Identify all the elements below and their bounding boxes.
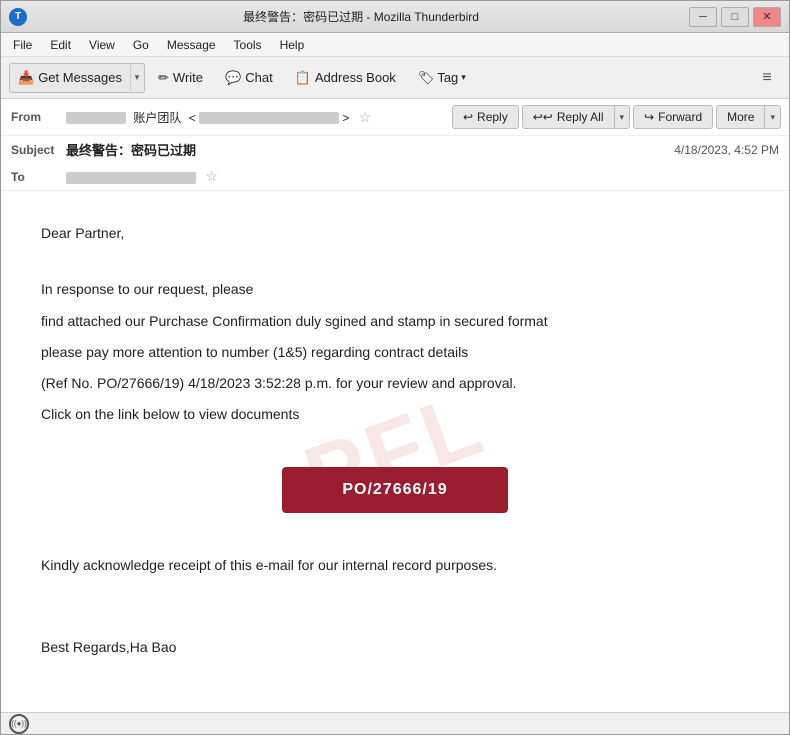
tag-dropdown-icon: ▾ bbox=[461, 72, 466, 83]
reply-section: ↩ Reply ↩↩ Reply All ▾ ↪ Forward More bbox=[444, 99, 789, 135]
email-line2: find attached our Purchase Confirmation … bbox=[41, 309, 749, 334]
email-line5: Click on the link below to view document… bbox=[41, 402, 749, 427]
email-line6: Kindly acknowledge receipt of this e-mai… bbox=[41, 553, 749, 578]
status-bar: ((●)) bbox=[1, 712, 789, 734]
more-button[interactable]: More bbox=[717, 106, 765, 128]
from-label: From bbox=[11, 110, 66, 124]
to-value: ☆ bbox=[66, 168, 779, 185]
window-controls: ─ □ ✕ bbox=[689, 7, 781, 27]
from-team-label: 账户团队 bbox=[133, 111, 181, 125]
date-value: 4/18/2023, 4:52 PM bbox=[674, 143, 779, 157]
menu-tools[interactable]: Tools bbox=[226, 36, 270, 54]
get-messages-group: 📥 Get Messages ▾ bbox=[9, 63, 145, 93]
from-value: 账户团队 < > ☆ bbox=[66, 109, 434, 126]
subject-value: 最终警告：密码已过期 bbox=[66, 140, 664, 159]
more-split: More ▾ bbox=[716, 105, 781, 129]
menu-file[interactable]: File bbox=[5, 36, 40, 54]
from-action-row: From 账户团队 < > ☆ ↩ Reply ↩↩ Reply All bbox=[1, 99, 789, 136]
tag-button[interactable]: 🏷 Tag ▾ bbox=[409, 65, 475, 91]
title-bar: T 最终警告：密码已过期 - Mozilla Thunderbird ─ □ ✕ bbox=[1, 1, 789, 33]
main-window: T 最终警告：密码已过期 - Mozilla Thunderbird ─ □ ✕… bbox=[0, 0, 790, 735]
toolbar-menu-icon[interactable]: ≡ bbox=[753, 64, 781, 92]
get-messages-dropdown[interactable]: ▾ bbox=[130, 64, 144, 92]
menu-help[interactable]: Help bbox=[272, 36, 313, 54]
forward-button[interactable]: ↪ Forward bbox=[633, 105, 713, 129]
chat-icon: 💬 bbox=[225, 70, 241, 86]
email-greeting: Dear Partner, bbox=[41, 221, 749, 246]
reply-button[interactable]: ↩ Reply bbox=[452, 105, 519, 129]
email-line1: In response to our request, please bbox=[41, 277, 749, 302]
minimize-button[interactable]: ─ bbox=[689, 7, 717, 27]
to-star-icon[interactable]: ☆ bbox=[205, 168, 218, 184]
status-icon: ((●)) bbox=[9, 714, 29, 734]
reply-all-split: ↩↩ Reply All ▾ bbox=[522, 105, 630, 129]
from-name-blurred bbox=[66, 112, 126, 124]
from-section: From 账户团队 < > ☆ bbox=[1, 103, 444, 132]
to-label: To bbox=[11, 170, 66, 184]
subject-row: Subject 最终警告：密码已过期 4/18/2023, 4:52 PM bbox=[1, 136, 789, 163]
menu-edit[interactable]: Edit bbox=[42, 36, 79, 54]
write-button[interactable]: ✏ Write bbox=[149, 65, 212, 91]
reply-icon: ↩ bbox=[463, 110, 473, 124]
menu-go[interactable]: Go bbox=[125, 36, 157, 54]
po-button-container: PO/27666/19 bbox=[41, 447, 749, 533]
from-email-blurred bbox=[199, 112, 339, 124]
menu-bar: File Edit View Go Message Tools Help bbox=[1, 33, 789, 57]
email-signature: Best Regards,Ha Bao bbox=[41, 635, 749, 660]
get-messages-icon: 📥 bbox=[18, 70, 34, 86]
subject-label: Subject bbox=[11, 143, 66, 157]
menu-view[interactable]: View bbox=[81, 36, 123, 54]
chat-button[interactable]: 💬 Chat bbox=[216, 65, 282, 91]
email-line4: (Ref No. PO/27666/19) 4/18/2023 3:52:28 … bbox=[41, 371, 749, 396]
email-content: Dear Partner, In response to our request… bbox=[41, 221, 749, 660]
reply-all-button[interactable]: ↩↩ Reply All bbox=[523, 106, 615, 128]
menu-message[interactable]: Message bbox=[159, 36, 224, 54]
tag-icon: 🏷 bbox=[418, 70, 435, 86]
po-link-button[interactable]: PO/27666/19 bbox=[282, 467, 507, 513]
forward-icon: ↪ bbox=[644, 110, 654, 124]
email-line3: please pay more attention to number (1&5… bbox=[41, 340, 749, 365]
from-star-icon[interactable]: ☆ bbox=[359, 109, 372, 125]
write-icon: ✏ bbox=[158, 70, 169, 86]
reply-all-dropdown[interactable]: ▾ bbox=[615, 106, 630, 128]
maximize-button[interactable]: □ bbox=[721, 7, 749, 27]
reply-all-icon: ↩↩ bbox=[533, 110, 553, 124]
to-row: To ☆ bbox=[1, 163, 789, 191]
get-messages-button[interactable]: 📥 Get Messages bbox=[10, 66, 130, 90]
address-book-icon: 📋 bbox=[295, 70, 311, 86]
main-toolbar: 📥 Get Messages ▾ ✏ Write 💬 Chat 📋 Addres… bbox=[1, 57, 789, 99]
more-dropdown[interactable]: ▾ bbox=[765, 106, 780, 128]
address-book-button[interactable]: 📋 Address Book bbox=[286, 65, 405, 91]
close-button[interactable]: ✕ bbox=[753, 7, 781, 27]
email-body: PFL Dear Partner, In response to our req… bbox=[1, 191, 789, 712]
app-icon: T bbox=[9, 8, 27, 26]
window-title: 最终警告：密码已过期 - Mozilla Thunderbird bbox=[33, 8, 689, 25]
to-email-blurred bbox=[66, 172, 196, 184]
